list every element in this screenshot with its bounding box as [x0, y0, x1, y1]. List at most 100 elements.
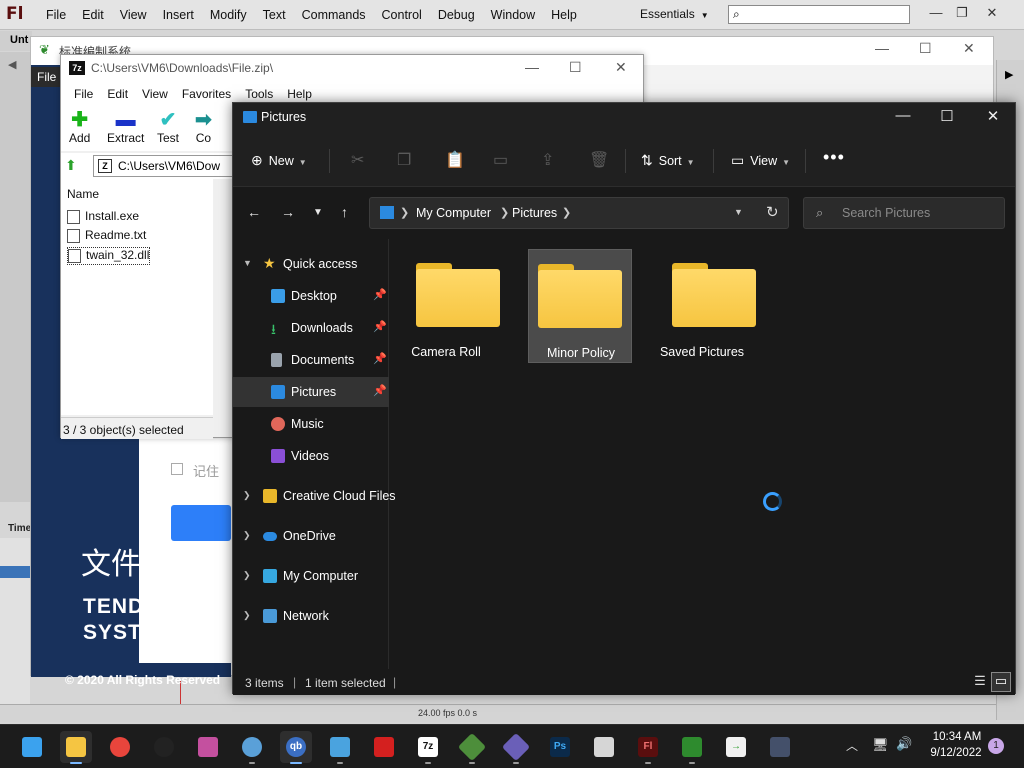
- flash-document-tab[interactable]: Unt: [0, 31, 32, 51]
- clock-time[interactable]: 10:34 AM: [928, 731, 986, 743]
- flash-menu-view[interactable]: View: [112, 8, 155, 22]
- sidebar-item-creative-cloud[interactable]: ❯ Creative Cloud Files: [233, 481, 396, 511]
- network-icon[interactable]: 🖥: [872, 737, 889, 753]
- chevron-up-icon[interactable]: ︿: [846, 737, 858, 754]
- pin-icon[interactable]: 📌: [373, 288, 387, 301]
- folder-item-selected[interactable]: Minor Policy: [528, 249, 632, 363]
- 7zip-menu-edit[interactable]: Edit: [100, 87, 135, 101]
- sidebar-item-downloads[interactable]: ⭳ Downloads 📌: [233, 313, 389, 343]
- sidebar-item-music[interactable]: Music: [233, 409, 389, 439]
- details-view-icon[interactable]: ☰: [971, 673, 989, 691]
- taskbar-app-10[interactable]: [456, 731, 488, 764]
- cut-icon[interactable]: ✂: [351, 150, 364, 170]
- more-options-button[interactable]: •••: [823, 147, 845, 168]
- flash-menu-text[interactable]: Text: [255, 8, 294, 22]
- arrow-right-icon[interactable]: ▶: [1005, 68, 1013, 81]
- taskbar-app-11[interactable]: [500, 731, 532, 764]
- explorer-maximize-button[interactable]: ☐: [937, 107, 957, 125]
- chevron-right-icon[interactable]: ❯: [243, 490, 251, 501]
- 7zip-maximize-button[interactable]: ☐: [569, 59, 582, 76]
- chevron-right-icon[interactable]: ❯: [243, 610, 251, 621]
- taskbar-qbittorrent[interactable]: qb: [280, 731, 312, 764]
- login-maximize-button[interactable]: ☐: [919, 40, 932, 57]
- folder-up-icon[interactable]: ⬆: [65, 157, 77, 174]
- 7zip-test-button[interactable]: ✔ Test: [157, 109, 179, 145]
- taskbar-app-17[interactable]: [764, 731, 796, 763]
- notification-badge[interactable]: 1: [988, 738, 1004, 754]
- breadcrumb-my-computer[interactable]: My Computer: [416, 206, 491, 220]
- 7zip-menu-file[interactable]: File: [67, 87, 100, 101]
- folder-item[interactable]: Camera Roll: [394, 249, 500, 363]
- column-header-name[interactable]: Name: [67, 187, 99, 201]
- folder-item[interactable]: Saved Pictures: [650, 249, 756, 363]
- explorer-minimize-button[interactable]: —: [893, 107, 913, 124]
- view-button[interactable]: ▭ View ▼: [731, 152, 790, 169]
- taskbar-chrome[interactable]: [104, 731, 136, 763]
- taskbar-7zip[interactable]: 7z: [412, 731, 444, 764]
- chevron-down-icon[interactable]: ▼: [734, 207, 743, 217]
- list-item[interactable]: Install.exe: [67, 209, 139, 227]
- taskbar-acrobat[interactable]: [368, 731, 400, 763]
- 7zip-close-button[interactable]: ✕: [615, 59, 627, 76]
- chevron-right-icon[interactable]: ❯: [400, 206, 409, 219]
- sort-button[interactable]: ⇅ Sort ▼: [641, 152, 695, 169]
- clock-date[interactable]: 9/12/2022: [924, 747, 988, 759]
- flash-menu-debug[interactable]: Debug: [430, 8, 483, 22]
- pin-icon[interactable]: 📌: [373, 320, 387, 333]
- flash-menu-window[interactable]: Window: [483, 8, 543, 22]
- flash-menu-edit[interactable]: Edit: [74, 8, 112, 22]
- sidebar-item-quick-access[interactable]: ▼ ★ Quick access: [233, 249, 389, 279]
- 7zip-extract-button[interactable]: ▬ Extract: [107, 109, 144, 145]
- flash-menu-file[interactable]: File: [38, 8, 74, 22]
- sidebar-item-my-computer[interactable]: ❯ My Computer: [233, 561, 389, 591]
- flash-menu-modify[interactable]: Modify: [202, 8, 255, 22]
- breadcrumb-pictures[interactable]: Pictures: [512, 206, 557, 220]
- volume-icon[interactable]: 🔊: [896, 736, 912, 752]
- flash-restore-button[interactable]: ❐: [950, 2, 974, 24]
- taskbar-app-16[interactable]: →: [720, 731, 752, 763]
- share-icon[interactable]: ⇪: [541, 150, 554, 170]
- flash-minimize-button[interactable]: —: [924, 2, 948, 24]
- sidebar-item-desktop[interactable]: Desktop 📌: [233, 281, 389, 311]
- flash-search-input[interactable]: ⌕: [728, 5, 910, 24]
- address-bar[interactable]: ❯ My Computer ❯ Pictures ❯ ▼ ↻: [369, 197, 789, 229]
- workspace-selector[interactable]: Essentials ▼: [640, 7, 709, 21]
- timeline-selected-layer[interactable]: [0, 566, 30, 578]
- taskbar-app-13[interactable]: [588, 731, 620, 763]
- delete-icon[interactable]: 🗑: [589, 150, 609, 170]
- login-button[interactable]: [171, 505, 231, 541]
- taskbar-photoshop[interactable]: Ps: [544, 731, 576, 763]
- arrow-left-icon[interactable]: ◀: [8, 58, 16, 71]
- explorer-search-box[interactable]: ⌕: [803, 197, 1005, 229]
- 7zip-menu-tools[interactable]: Tools: [238, 87, 280, 101]
- login-minimize-button[interactable]: —: [875, 40, 889, 56]
- list-item[interactable]: Readme.txt: [67, 228, 146, 246]
- new-button[interactable]: ⊕ New ▼: [251, 152, 307, 169]
- explorer-close-button[interactable]: ✕: [983, 107, 1003, 125]
- sidebar-item-network[interactable]: ❯ Network: [233, 601, 389, 631]
- pin-icon[interactable]: 📌: [373, 352, 387, 365]
- taskbar-qq[interactable]: [148, 731, 180, 763]
- copy-icon[interactable]: ❐: [397, 150, 411, 170]
- chevron-right-icon[interactable]: ❯: [243, 530, 251, 541]
- rename-icon[interactable]: ▭: [493, 150, 508, 170]
- chevron-down-icon[interactable]: ▼: [243, 258, 252, 268]
- large-icons-view-icon[interactable]: ▭: [991, 672, 1011, 692]
- 7zip-copy-button[interactable]: ➡ Co: [195, 109, 212, 145]
- forward-arrow-icon[interactable]: →: [281, 204, 295, 220]
- refresh-icon[interactable]: ↻: [766, 203, 779, 221]
- flash-menu-commands[interactable]: Commands: [294, 8, 374, 22]
- 7zip-add-button[interactable]: ✚ Add: [69, 109, 90, 145]
- taskbar-notepad[interactable]: [324, 731, 356, 764]
- sidebar-item-pictures[interactable]: Pictures 📌: [233, 377, 389, 407]
- sidebar-item-videos[interactable]: Videos: [233, 441, 389, 471]
- start-button[interactable]: [16, 731, 48, 763]
- list-item[interactable]: twain_32.dll: [67, 247, 151, 265]
- pin-icon[interactable]: 📌: [373, 384, 387, 397]
- flash-menu-control[interactable]: Control: [374, 8, 430, 22]
- taskbar-flash[interactable]: Fl: [632, 731, 664, 764]
- 7zip-menu-help[interactable]: Help: [280, 87, 319, 101]
- up-arrow-icon[interactable]: ↑: [341, 204, 348, 220]
- taskbar-app-4[interactable]: [192, 731, 224, 763]
- 7zip-path-field[interactable]: Z C:\Users\VM6\Dow: [93, 155, 233, 177]
